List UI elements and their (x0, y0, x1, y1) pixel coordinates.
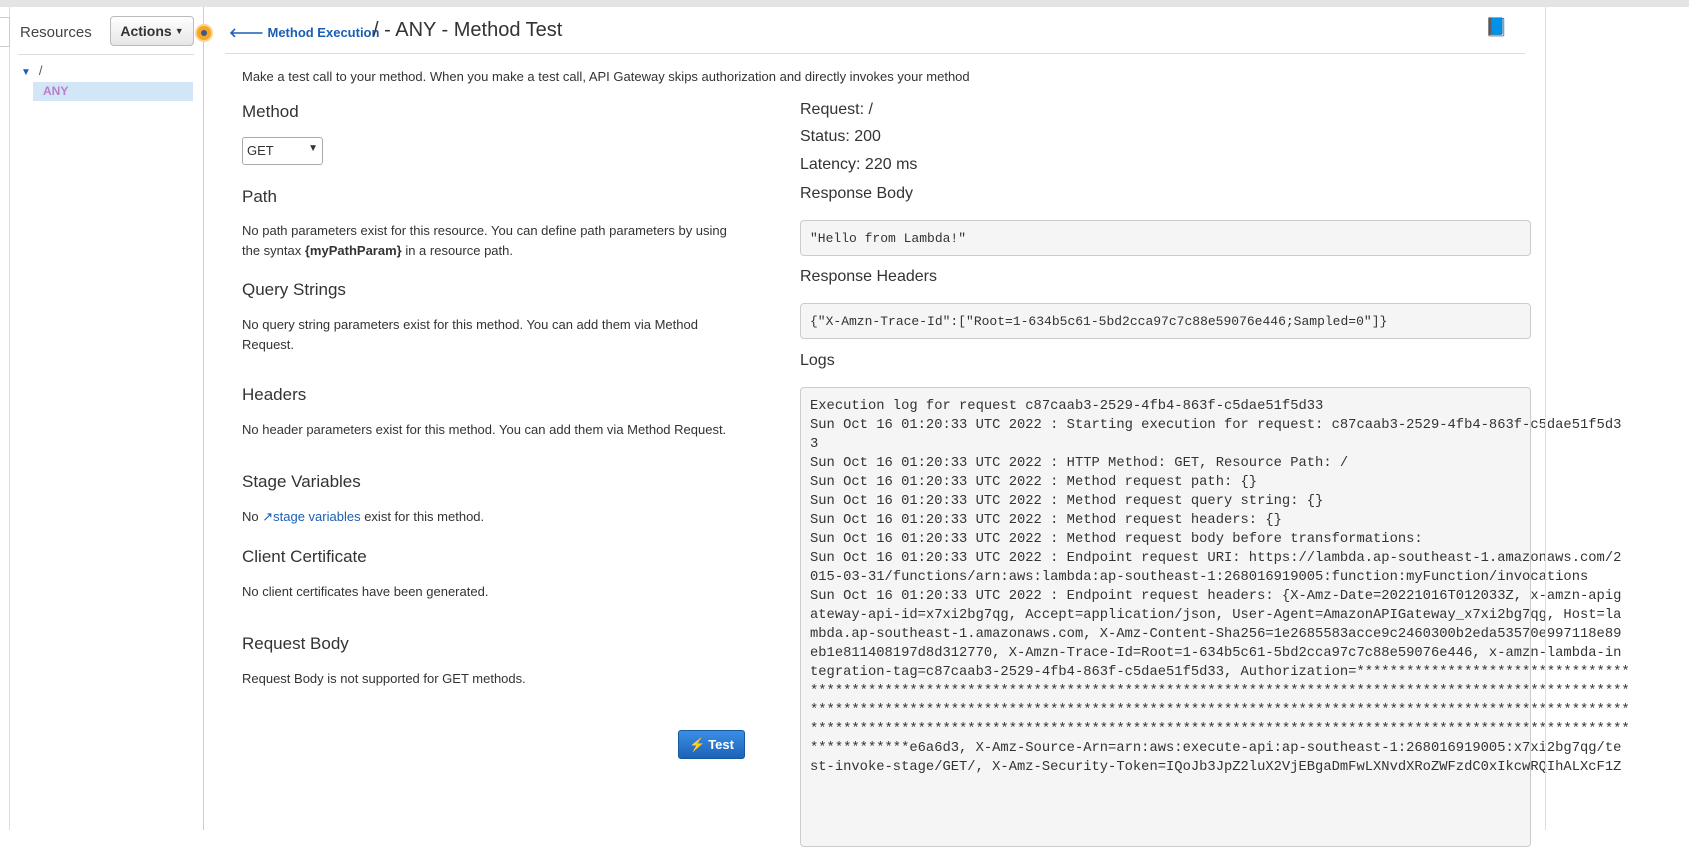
log-line: Execution log for request c87caab3-2529-… (810, 399, 1324, 414)
expand-triangle-icon[interactable]: ▼ (21, 67, 31, 78)
log-line: Sun Oct 16 01:20:33 UTC 2022 : HTTP Meth… (810, 456, 1349, 471)
query-strings-heading: Query Strings (242, 280, 346, 299)
book-icon[interactable]: 📘 (1485, 17, 1507, 38)
headers-heading: Headers (242, 385, 307, 404)
stage-variables-link[interactable]: ↗stage variables (262, 509, 360, 524)
tree-item-root[interactable]: ▼ / (21, 63, 43, 78)
response-headers-heading: Response Headers (800, 268, 937, 285)
browser-top-bar (0, 0, 1689, 7)
divider (18, 54, 194, 55)
log-line: 015-03-31/functions/arn:aws:lambda:ap-so… (810, 570, 1589, 585)
headers-text: No header parameters exist for this meth… (242, 422, 727, 437)
stage-variables-text: No ↗stage variables exist for this metho… (242, 507, 742, 527)
external-link-icon: ↗ (262, 509, 274, 524)
method-select[interactable]: GET ▼ (242, 137, 323, 165)
logs-box: Execution log for request c87caab3-2529-… (800, 387, 1630, 847)
log-line: st-invoke-stage/GET/, X-Amz-Security-Tok… (810, 760, 1622, 775)
log-line: ateway-api-id=x7xi2bg7qg, Accept=applica… (810, 608, 1622, 623)
log-line: 3 (810, 437, 819, 452)
nav-toggle[interactable] (0, 17, 10, 47)
test-button[interactable]: ⚡ Test (678, 730, 745, 759)
log-line: ****************************************… (810, 703, 1630, 718)
actions-label: Actions (120, 23, 172, 39)
request-body-heading: Request Body (242, 634, 349, 653)
response-body-box: "Hello from Lambda!" (800, 220, 1531, 256)
path-param-example: {myPathParam} (304, 243, 402, 258)
lightning-icon: ⚡ (689, 736, 706, 752)
log-line: Sun Oct 16 01:20:33 UTC 2022 : Method re… (810, 513, 1282, 528)
actions-button[interactable]: Actions ▼ (110, 16, 194, 46)
response-headers-box: {"X-Amzn-Trace-Id":["Root=1-634b5c61-5bd… (800, 303, 1531, 339)
divider (225, 53, 1525, 54)
stage-variables-heading: Stage Variables (242, 472, 361, 491)
right-border (1545, 7, 1546, 830)
query-strings-text: No query string parameters exist for thi… (242, 317, 698, 352)
caret-down-icon: ▼ (174, 26, 184, 36)
log-line: eb1e811408197d8d312770, X-Amzn-Trace-Id=… (810, 646, 1622, 661)
method-heading: Method (242, 102, 299, 121)
method-test-panel: 🡐 Method Execution / - ANY - Method Test… (205, 7, 1630, 847)
stage-link-label: stage variables (273, 509, 361, 524)
arrow-left-icon: 🡐 (229, 25, 268, 40)
tree-root-label: / (38, 63, 43, 78)
collapsed-nav-strip[interactable] (0, 7, 10, 830)
method-value: GET (247, 143, 274, 158)
log-line: Sun Oct 16 01:20:33 UTC 2022 : Method re… (810, 475, 1258, 490)
log-line: Sun Oct 16 01:20:33 UTC 2022 : Endpoint … (810, 551, 1622, 566)
back-label: Method Execution (267, 25, 380, 40)
request-path: Request: / (800, 101, 873, 118)
log-line: Sun Oct 16 01:20:33 UTC 2022 : Method re… (810, 532, 1423, 547)
log-line: ************e6a6d3, X-Amz-Source-Arn=arn… (810, 741, 1622, 756)
log-line: mbda.ap-southeast-1.amazonaws.com, X-Amz… (810, 627, 1622, 642)
stage-text-pre: No (242, 509, 263, 524)
response-body-heading: Response Body (800, 185, 913, 202)
intro-text: Make a test call to your method. When yo… (242, 69, 970, 84)
client-certificate-text: No client certificates have been generat… (242, 584, 489, 599)
tree-item-any[interactable]: ANY (33, 82, 193, 101)
resources-title: Resources (20, 24, 92, 41)
path-text-2: in a resource path. (401, 243, 513, 258)
method-execution-link[interactable]: 🡐 Method Execution (229, 25, 379, 41)
page-title: / - ANY - Method Test (373, 19, 563, 41)
log-line: Sun Oct 16 01:20:33 UTC 2022 : Starting … (810, 418, 1622, 433)
log-line: ****************************************… (810, 684, 1630, 699)
stage-text-post: exist for this method. (360, 509, 485, 524)
path-heading: Path (242, 187, 277, 206)
log-line: Sun Oct 16 01:20:33 UTC 2022 : Method re… (810, 494, 1324, 509)
chevron-down-icon: ▼ (308, 143, 318, 154)
test-label: Test (708, 737, 734, 752)
log-line: ****************************************… (810, 722, 1630, 737)
client-certificate-heading: Client Certificate (242, 547, 367, 566)
resources-sidebar: Resources Actions ▼ ▼ / ANY (11, 7, 203, 830)
response-status: Status: 200 (800, 128, 881, 145)
path-text: No path parameters exist for this resour… (242, 221, 742, 261)
logs-heading: Logs (800, 352, 835, 369)
log-line: tegration-tag=c87caab3-2529-4fb4-863f-c5… (810, 665, 1630, 680)
request-body-text: Request Body is not supported for GET me… (242, 671, 526, 686)
response-latency: Latency: 220 ms (800, 156, 918, 173)
log-line: Sun Oct 16 01:20:33 UTC 2022 : Endpoint … (810, 589, 1622, 604)
sidebar-divider[interactable] (203, 7, 204, 830)
